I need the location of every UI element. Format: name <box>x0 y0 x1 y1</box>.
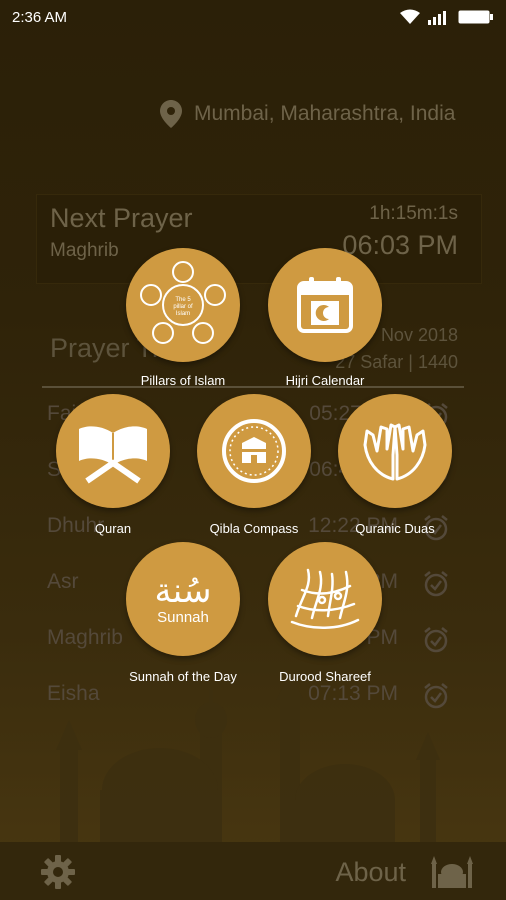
menu-label: Quran <box>94 521 132 536</box>
durood-calligraphy-icon <box>290 568 360 630</box>
gear-icon[interactable] <box>40 854 76 890</box>
next-prayer-name: Maghrib <box>50 240 119 261</box>
status-bar: 2:36 AM <box>0 0 506 34</box>
status-icons <box>400 9 494 25</box>
battery-icon <box>458 10 493 24</box>
menu-hijri-calendar[interactable] <box>268 248 382 362</box>
menu-label: Hijri Calendar <box>285 373 365 388</box>
next-prayer-time: 06:03 PM <box>342 230 458 260</box>
sunnah-english-text: Sunnah <box>157 608 209 626</box>
menu-pillars-of-islam[interactable]: The 5 pillar of Islam <box>126 248 240 362</box>
menu-label: Sunnah of the Day <box>129 669 237 684</box>
sunnah-arabic-text: سُنة <box>154 570 212 611</box>
menu-quranic-duas[interactable] <box>338 394 452 508</box>
prayer-name: Maghrib <box>47 626 123 649</box>
menu-label: Durood Shareef <box>279 669 371 684</box>
menu-qibla-compass[interactable] <box>197 394 311 508</box>
status-time: 2:36 AM <box>12 8 68 26</box>
location-label: Mumbai, Maharashtra, India <box>194 102 456 125</box>
menu-label: Pillars of Islam <box>140 373 226 388</box>
menu-durood-shareef[interactable] <box>268 542 382 656</box>
next-prayer-remaining: 1h:15m:1s <box>369 203 458 224</box>
quran-book-icon <box>79 426 147 484</box>
praying-hands-icon <box>363 423 427 481</box>
location[interactable]: Mumbai, Maharashtra, India <box>160 100 455 128</box>
alarm-clock-icon[interactable] <box>422 570 450 598</box>
menu-label: Quranic Duas <box>355 521 435 536</box>
location-pin-icon <box>160 100 182 128</box>
svg-text:Islam: Islam <box>176 311 190 317</box>
alarm-clock-icon[interactable] <box>422 626 450 654</box>
mosque-logo-icon <box>431 856 473 888</box>
svg-text:pillar of: pillar of <box>173 304 193 310</box>
about-button[interactable]: About <box>335 857 406 888</box>
sunnah-calligraphy-icon: سُنة Sunnah <box>155 574 212 625</box>
kaaba-compass-icon <box>222 419 286 483</box>
next-prayer-title: Next Prayer <box>50 203 193 233</box>
prayer-row-asr: Asr 03:40 PM <box>0 556 506 612</box>
svg-text:The 5: The 5 <box>175 297 191 303</box>
pillars-icon: The 5 pillar of Islam <box>140 261 226 344</box>
menu-label: Qibla Compass <box>209 521 299 536</box>
signal-icon <box>428 11 446 25</box>
prayer-name: Asr <box>47 570 79 593</box>
prayer-row-maghrib: Maghrib 06:03 PM <box>0 612 506 668</box>
menu-quran[interactable] <box>56 394 170 508</box>
menu-sunnah-of-the-day[interactable]: سُنة Sunnah <box>126 542 240 656</box>
wifi-icon <box>400 9 420 24</box>
calendar-icon <box>297 277 353 333</box>
